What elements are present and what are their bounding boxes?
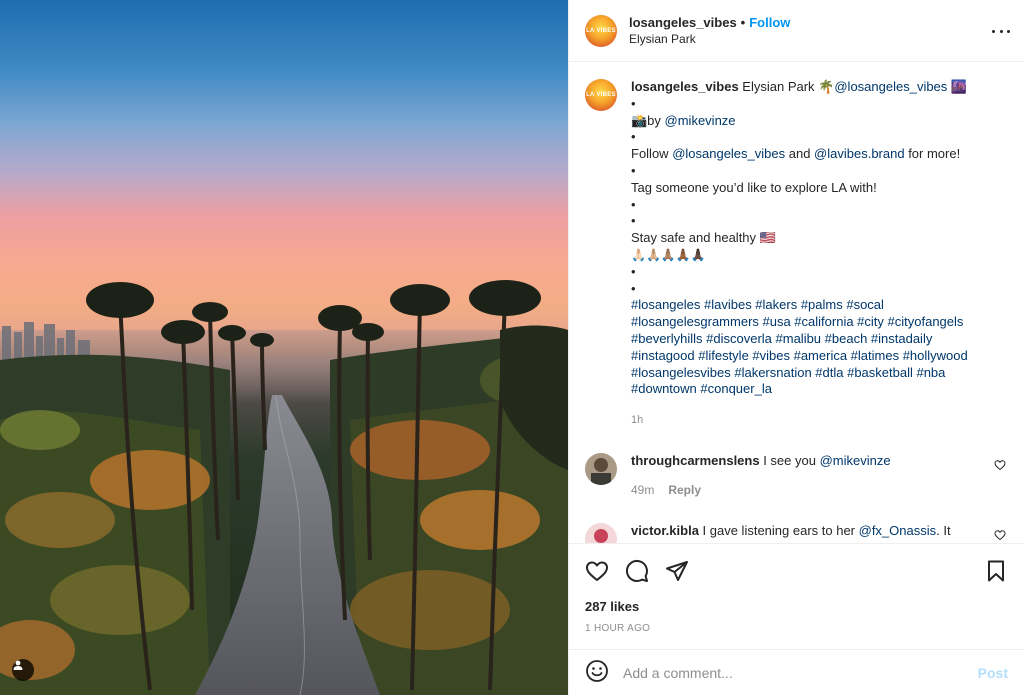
caption-avatar[interactable]: LA VIBES xyxy=(585,79,617,111)
author-username[interactable]: losangeles_vibes xyxy=(629,15,737,30)
comment-text: I gave listening ears to her xyxy=(698,522,859,538)
mention-link[interactable]: @losangeles_vibes xyxy=(834,79,947,94)
caption-bullet: • xyxy=(631,162,636,178)
follow-text: Follow xyxy=(631,146,673,162)
follow-text: for more! xyxy=(904,146,961,162)
post-actions: 287 likes 1 HOUR AGO Post xyxy=(569,543,1024,695)
comments-list[interactable]: LA VIBES losangeles_vibes Elysian Park 🌴… xyxy=(569,63,1024,543)
mention-link[interactable]: @losangeles_vibes xyxy=(672,146,785,161)
hashtag-line[interactable]: #losangelesvibes #lakersnation #dtla #ba… xyxy=(631,365,1003,382)
share-icon[interactable] xyxy=(665,559,689,583)
comment-like-heart-icon[interactable] xyxy=(994,459,1006,474)
follow-button[interactable]: Follow xyxy=(749,15,790,30)
caption-bullet: • xyxy=(631,95,636,111)
caption-intro-emoji: 🌆 xyxy=(950,79,968,94)
caption-bullet: • xyxy=(631,213,636,229)
caption-time[interactable]: 1h xyxy=(631,412,1003,429)
author-info: losangeles_vibes • Follow Elysian Park xyxy=(629,15,790,47)
commenter-username[interactable]: throughcarmenslens xyxy=(631,453,760,468)
mention-link[interactable]: @mikevinze xyxy=(820,453,891,468)
post-header: LA VIBES losangeles_vibes • Follow Elysian… xyxy=(569,0,1024,62)
caption-follow-line: Follow @losangeles_vibes and @lavibes.br… xyxy=(631,146,1003,163)
user-tag-icon[interactable] xyxy=(12,659,34,681)
post-comment-button[interactable]: Post xyxy=(978,665,1008,681)
mention-link[interactable]: @fx_Onassis xyxy=(859,523,937,538)
heart-icon[interactable] xyxy=(585,559,609,583)
comment-like-heart-icon[interactable] xyxy=(994,529,1006,543)
commenter-username[interactable]: victor.kibla xyxy=(631,523,699,538)
action-icons xyxy=(569,544,1024,598)
reply-button[interactable]: Reply xyxy=(668,482,701,499)
comment-time[interactable]: 49m xyxy=(631,482,654,499)
more-options-icon[interactable] xyxy=(992,22,1010,40)
author-avatar[interactable]: LA VIBES xyxy=(585,14,617,47)
caption-body: losangeles_vibes Elysian Park 🌴@losangel… xyxy=(631,79,1003,429)
post-details-panel: LA VIBES losangeles_vibes • Follow Elysian… xyxy=(568,0,1024,695)
comment-item: victor.kibla I gave listening ears to he… xyxy=(585,522,1008,543)
mention-link[interactable]: @mikevinze xyxy=(665,113,736,128)
comment-text: . It xyxy=(936,522,951,538)
caption-intro-text: Elysian Park 🌴 xyxy=(742,79,835,94)
bookmark-icon[interactable] xyxy=(984,559,1008,583)
caption-tag-line: Tag someone you’d like to explore LA wit… xyxy=(631,179,877,195)
commenter-avatar[interactable] xyxy=(585,522,617,543)
post-age[interactable]: 1 HOUR AGO xyxy=(569,623,1024,634)
hashtag-line[interactable]: #downtown #conquer_la xyxy=(631,381,1003,398)
comment-item: throughcarmenslens I see you @mikevinze … xyxy=(585,452,1008,499)
comment-meta: 49m Reply xyxy=(631,482,983,499)
post-location[interactable]: Elysian Park xyxy=(629,31,790,47)
comment-body: throughcarmenslens I see you @mikevinze … xyxy=(631,453,983,499)
comment-body: victor.kibla I gave listening ears to he… xyxy=(631,523,983,543)
caption-safe-line: Stay safe and healthy 🇺🇸 xyxy=(631,230,776,246)
caption-hands-line: 🙏🏻🙏🏼🙏🏽🙏🏾🙏🏿 xyxy=(631,247,1003,264)
caption-bullet: • xyxy=(631,263,636,279)
likes-count[interactable]: 287 likes xyxy=(569,599,1024,614)
caption-bullet: • xyxy=(631,280,636,296)
hashtag-line[interactable]: #losangeles #lavibes #lakers #palms #soc… xyxy=(631,297,1003,314)
commenter-avatar[interactable] xyxy=(585,452,617,485)
hashtag-line[interactable]: #losangelesgrammers #usa #california #ci… xyxy=(631,314,1003,331)
header-separator: • xyxy=(740,14,746,30)
caption-hashtags[interactable]: #losangeles #lavibes #lakers #palms #soc… xyxy=(631,297,1003,398)
comment-text: I see you xyxy=(759,452,820,468)
caption-photo-credit: 📸by @mikevinze xyxy=(631,113,1003,130)
post-caption: LA VIBES losangeles_vibes Elysian Park 🌴… xyxy=(585,79,1008,429)
mention-link[interactable]: @lavibes.brand xyxy=(814,146,905,161)
post-photo-scene xyxy=(0,280,568,695)
caption-intro-line: losangeles_vibes Elysian Park 🌴@losangel… xyxy=(631,79,1003,96)
post-photo xyxy=(0,0,568,695)
hands-emoji: 🙏🏻🙏🏼🙏🏽🙏🏾🙏🏿 xyxy=(631,247,706,262)
emoji-icon[interactable] xyxy=(585,659,609,686)
follow-text: and xyxy=(785,146,815,162)
avatar-logo-text: LA VIBES xyxy=(586,27,616,34)
caption-bullet: • xyxy=(631,129,636,145)
comment-icon[interactable] xyxy=(625,559,649,583)
hashtag-line[interactable]: #instagood #lifestyle #vibes #america #l… xyxy=(631,348,1003,365)
comment-input[interactable] xyxy=(623,664,978,681)
caption-bullet: • xyxy=(631,196,636,212)
caption-username[interactable]: losangeles_vibes xyxy=(631,79,739,94)
photo-credit-prefix: 📸by xyxy=(631,112,665,128)
avatar-logo-text: LA VIBES xyxy=(586,92,616,98)
add-comment-bar: Post xyxy=(569,649,1024,695)
hashtag-line[interactable]: #beverlyhills #discoverla #malibu #beach… xyxy=(631,331,1003,348)
